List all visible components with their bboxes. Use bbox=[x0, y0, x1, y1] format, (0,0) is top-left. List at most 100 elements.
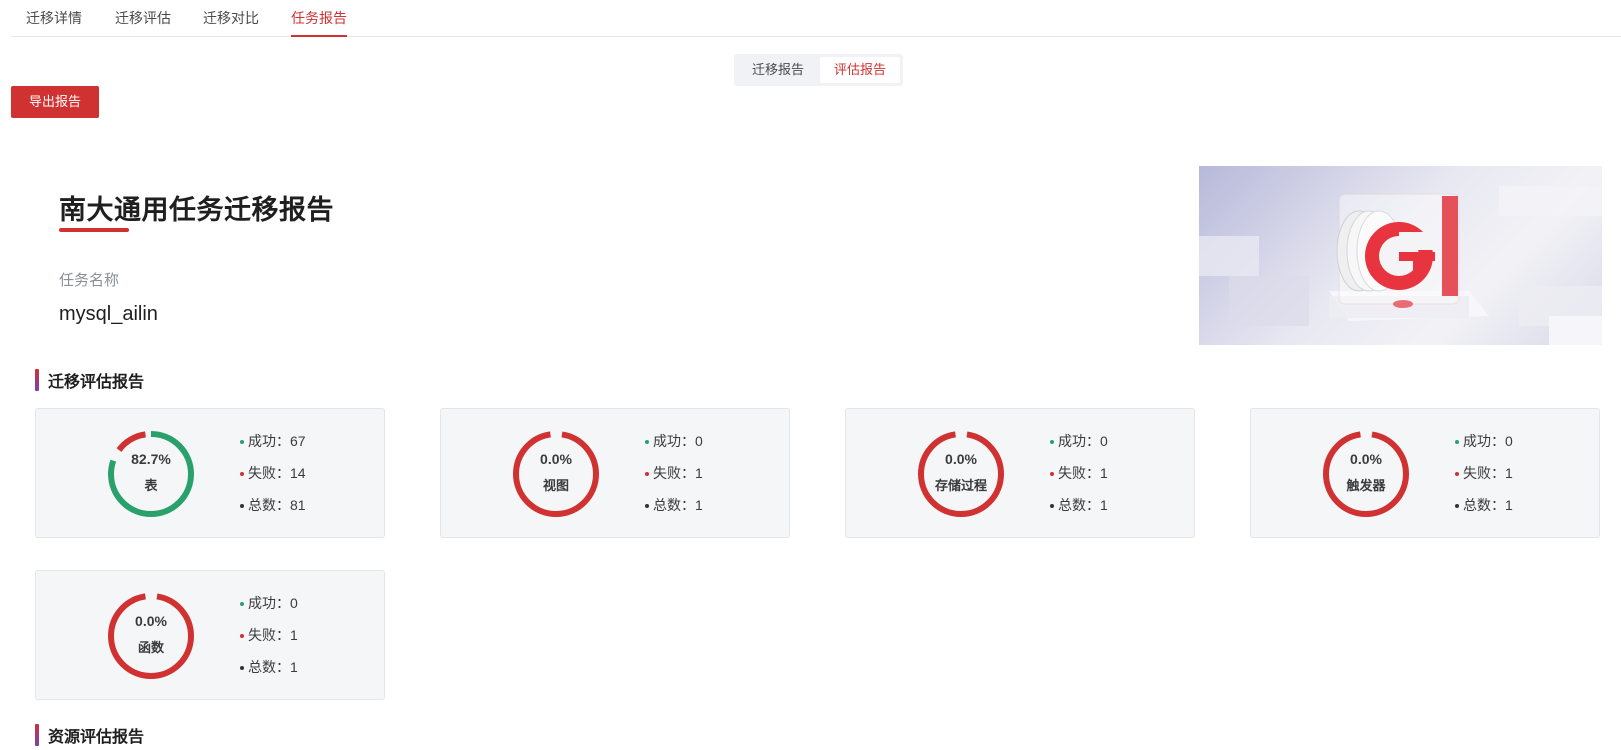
stat-fail: 失败： 14 bbox=[240, 462, 306, 494]
success-dot-icon bbox=[240, 440, 244, 444]
stat-label: 成功： bbox=[1058, 433, 1100, 449]
total-dot-icon bbox=[240, 504, 244, 508]
total-count: 1 bbox=[695, 497, 703, 513]
stat-label: 成功： bbox=[1463, 433, 1505, 449]
section-title: 迁移评估报告 bbox=[48, 374, 145, 391]
report-type-toggle: 迁移报告 评估报告 bbox=[734, 54, 903, 86]
tab-migration-compare[interactable]: 迁移对比 bbox=[203, 0, 259, 37]
eval-card: 0.0% 存储过程 成功： 0 失败： 1 总数： 1 bbox=[845, 408, 1195, 538]
stat-label: 成功： bbox=[248, 595, 290, 611]
section-title: 资源评估报告 bbox=[48, 729, 145, 746]
stats-list: 成功： 0 失败： 1 总数： 1 bbox=[1050, 430, 1108, 526]
success-count: 0 bbox=[1100, 433, 1108, 449]
stat-label: 失败： bbox=[653, 465, 695, 481]
report-title: 南大通用任务迁移报告 bbox=[59, 195, 334, 225]
section-resource-eval: 资源评估报告 bbox=[35, 724, 144, 746]
stat-success: 成功： 0 bbox=[645, 430, 703, 462]
fail-arc bbox=[918, 431, 1004, 517]
section-accent-bar bbox=[35, 724, 39, 746]
total-count: 1 bbox=[1505, 497, 1513, 513]
percent-value: 0.0% bbox=[945, 451, 977, 467]
percent-value: 0.0% bbox=[540, 451, 572, 467]
export-report-button[interactable]: 导出报告 bbox=[11, 86, 99, 118]
progress-ring bbox=[108, 593, 194, 679]
fail-count: 1 bbox=[1505, 465, 1513, 481]
tab-migration-details[interactable]: 迁移详情 bbox=[26, 0, 82, 37]
total-dot-icon bbox=[645, 504, 649, 508]
stat-success: 成功： 0 bbox=[1455, 430, 1513, 462]
stat-label: 总数： bbox=[653, 497, 695, 513]
object-type-label: 表 bbox=[144, 478, 158, 493]
top-tab-bar: 迁移详情 迁移评估 迁移对比 任务报告 bbox=[11, 0, 1621, 37]
stat-label: 成功： bbox=[653, 433, 695, 449]
success-dot-icon bbox=[1050, 440, 1054, 444]
tab-migration-evaluation[interactable]: 迁移评估 bbox=[115, 0, 171, 37]
section-migration-eval: 迁移评估报告 bbox=[35, 369, 144, 391]
stat-fail: 失败： 1 bbox=[1455, 462, 1513, 494]
success-dot-icon bbox=[240, 602, 244, 606]
stat-label: 总数： bbox=[1058, 497, 1100, 513]
stat-label: 成功： bbox=[248, 433, 290, 449]
eval-card: 0.0% 触发器 成功： 0 失败： 1 总数： 1 bbox=[1250, 408, 1600, 538]
stat-success: 成功： 67 bbox=[240, 430, 306, 462]
stat-label: 失败： bbox=[248, 627, 290, 643]
success-count: 67 bbox=[290, 433, 306, 449]
stat-label: 失败： bbox=[1463, 465, 1505, 481]
success-dot-icon bbox=[1455, 440, 1459, 444]
progress-ring bbox=[513, 431, 599, 517]
object-type-label: 视图 bbox=[542, 478, 569, 493]
fail-count: 1 bbox=[1100, 465, 1108, 481]
percent-value: 0.0% bbox=[1350, 451, 1382, 467]
stats-list: 成功： 67 失败： 14 总数： 81 bbox=[240, 430, 306, 526]
progress-ring bbox=[918, 431, 1004, 517]
stat-label: 失败： bbox=[1058, 465, 1100, 481]
stat-total: 总数： 1 bbox=[645, 494, 703, 526]
fail-arc bbox=[513, 431, 599, 517]
stat-total: 总数： 1 bbox=[240, 656, 298, 688]
stat-success: 成功： 0 bbox=[1050, 430, 1108, 462]
eval-card: 0.0% 函数 成功： 0 失败： 1 总数： 1 bbox=[35, 570, 385, 700]
success-count: 0 bbox=[1505, 433, 1513, 449]
stats-list: 成功： 0 失败： 1 总数： 1 bbox=[1455, 430, 1513, 526]
stats-list: 成功： 0 失败： 1 总数： 1 bbox=[645, 430, 703, 526]
total-dot-icon bbox=[1050, 504, 1054, 508]
stat-success: 成功： 0 bbox=[240, 592, 298, 624]
stat-fail: 失败： 1 bbox=[240, 624, 298, 656]
title-underline bbox=[59, 228, 129, 232]
stat-fail: 失败： 1 bbox=[1050, 462, 1108, 494]
success-dot-icon bbox=[645, 440, 649, 444]
stat-label: 总数： bbox=[248, 497, 290, 513]
stat-label: 总数： bbox=[1463, 497, 1505, 513]
fail-count: 14 bbox=[290, 465, 306, 481]
total-count: 81 bbox=[290, 497, 306, 513]
total-dot-icon bbox=[240, 666, 244, 670]
object-type-label: 触发器 bbox=[1346, 478, 1386, 493]
progress-ring bbox=[108, 431, 194, 517]
fail-dot-icon bbox=[645, 472, 649, 476]
task-name-label: 任务名称 bbox=[59, 272, 120, 289]
tab-task-report[interactable]: 任务报告 bbox=[291, 0, 347, 37]
total-dot-icon bbox=[1455, 504, 1459, 508]
eval-card: 82.7% 表 成功： 67 失败： 14 总数： 81 bbox=[35, 408, 385, 538]
percent-value: 82.7% bbox=[131, 451, 171, 467]
report-banner-image bbox=[1199, 166, 1602, 345]
fail-count: 1 bbox=[290, 627, 298, 643]
percent-value: 0.0% bbox=[135, 613, 167, 629]
toggle-migration-report[interactable]: 迁移报告 bbox=[737, 57, 819, 83]
success-count: 0 bbox=[290, 595, 298, 611]
object-type-label: 函数 bbox=[137, 640, 164, 655]
stat-total: 总数： 1 bbox=[1455, 494, 1513, 526]
stat-fail: 失败： 1 bbox=[645, 462, 703, 494]
stat-label: 失败： bbox=[248, 465, 290, 481]
success-count: 0 bbox=[695, 433, 703, 449]
total-count: 1 bbox=[290, 659, 298, 675]
stat-total: 总数： 1 bbox=[1050, 494, 1108, 526]
total-count: 1 bbox=[1100, 497, 1108, 513]
fail-arc bbox=[108, 593, 194, 679]
banner-illustration bbox=[1199, 186, 1602, 345]
fail-count: 1 bbox=[695, 465, 703, 481]
toggle-evaluation-report[interactable]: 评估报告 bbox=[820, 57, 900, 83]
fail-dot-icon bbox=[240, 634, 244, 638]
eval-card: 0.0% 视图 成功： 0 失败： 1 总数： 1 bbox=[440, 408, 790, 538]
task-name-value: mysql_ailin bbox=[59, 303, 158, 325]
